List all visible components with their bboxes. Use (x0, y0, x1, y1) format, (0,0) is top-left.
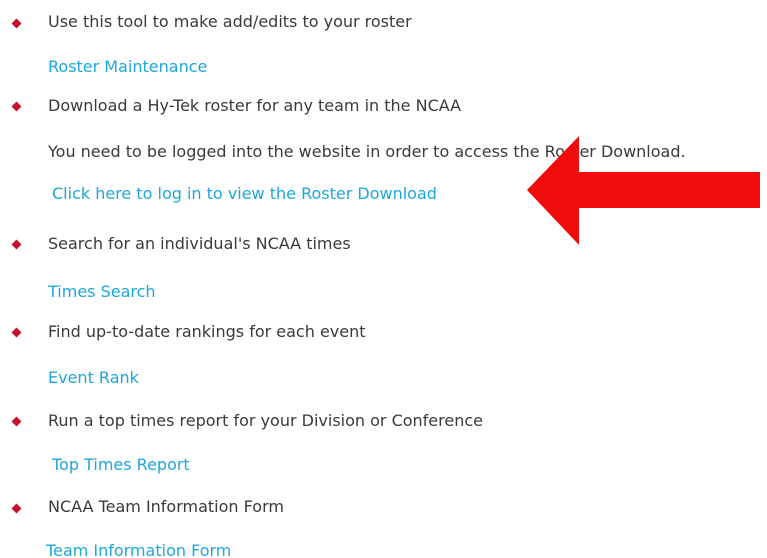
red-arrow-icon (527, 136, 760, 245)
bullet-icon (11, 101, 22, 112)
team-information-form-link[interactable]: Team Information Form (46, 541, 231, 558)
times-search-link[interactable]: Times Search (48, 282, 156, 302)
item-description-roster-maintenance: Use this tool to make add/edits to your … (48, 12, 412, 31)
login-roster-download-link[interactable]: Click here to log in to view the Roster … (52, 184, 437, 204)
item-description-team-info: NCAA Team Information Form (48, 497, 284, 516)
bullet-icon (11, 18, 22, 29)
bullet-icon (11, 327, 22, 338)
bullet-icon (11, 239, 22, 250)
item-description-event-rank: Find up-to-date rankings for each event (48, 322, 366, 341)
bullet-icon (11, 503, 22, 514)
item-description-top-times: Run a top times report for your Division… (48, 411, 483, 430)
top-times-report-link[interactable]: Top Times Report (52, 455, 190, 475)
item-description-roster-download: Download a Hy-Tek roster for any team in… (48, 96, 462, 115)
item-description-times-search: Search for an individual's NCAA times (48, 234, 351, 253)
bullet-icon (11, 416, 22, 427)
event-rank-link[interactable]: Event Rank (48, 368, 139, 388)
roster-maintenance-link[interactable]: Roster Maintenance (48, 57, 207, 77)
